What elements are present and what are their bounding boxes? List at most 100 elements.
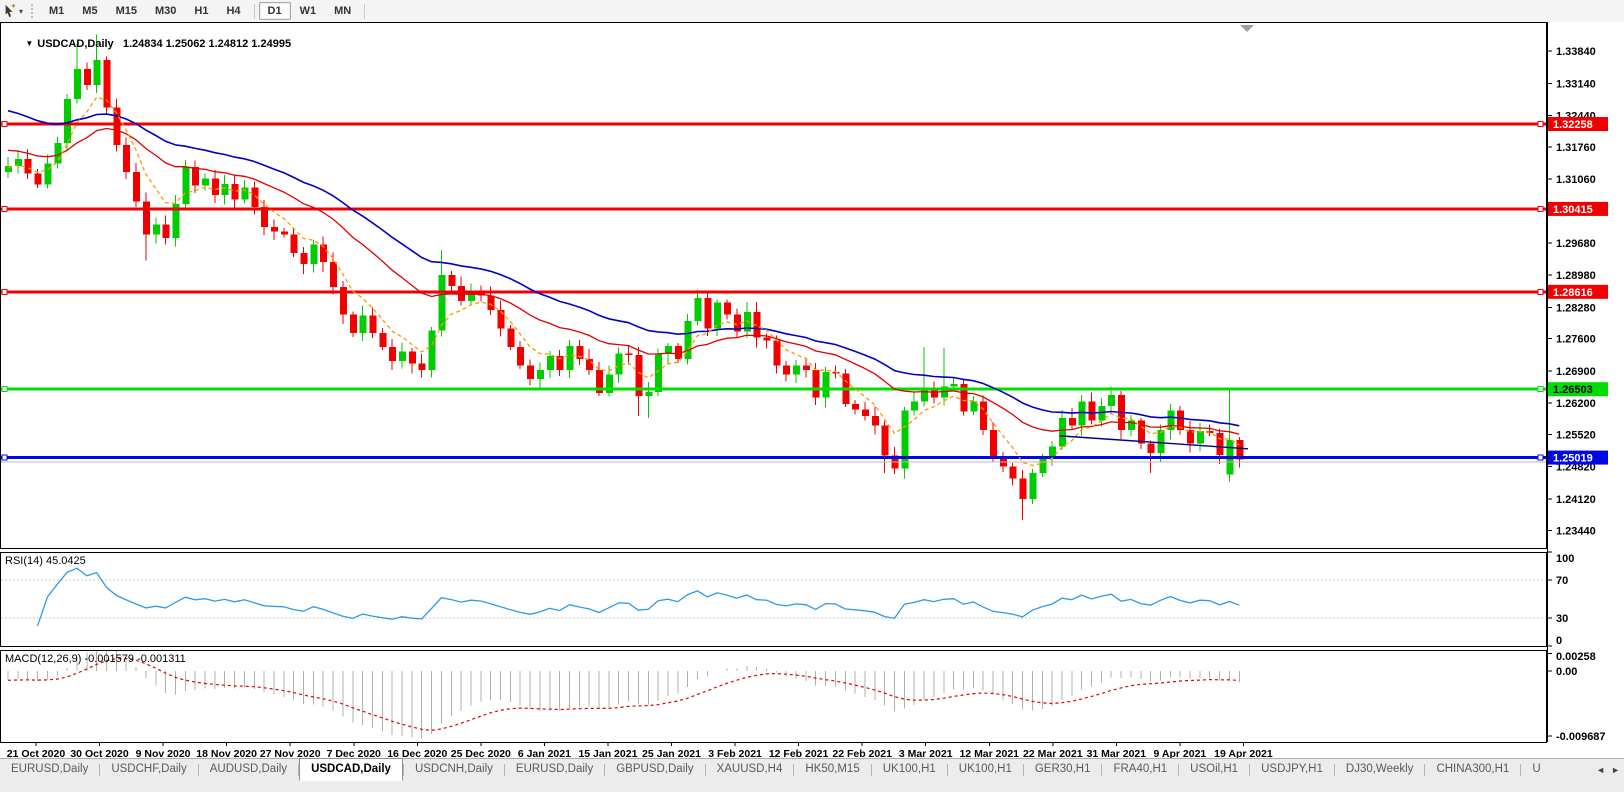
chart-ohlc-values: 1.24834 1.25062 1.24812 1.24995 (122, 38, 292, 50)
hline-1.26503[interactable] (0, 387, 1547, 391)
mt4-window: ▾ M1 M5 M15 M30 H1 H4 D1 W1 MN 1.33840 1.33140 1.… (0, 0, 1624, 792)
chart-title: ▼ USDCAD,Daily 1.24834 1.25062 1.24812 1.… (7, 26, 291, 62)
price-tick-label: 1.33140 (1556, 78, 1596, 90)
symbol-tab-u[interactable]: U (1521, 759, 1551, 780)
chart-tabs-bar: EURUSD,Daily USDCHF,Daily AUDUSD,Daily USDC… (0, 758, 1624, 792)
hline-handle[interactable] (1, 205, 8, 212)
date-label: 21 Oct 2020 (7, 748, 66, 758)
hline-price-box-label: 1.30415 (1553, 204, 1593, 216)
macd-axis-label: -0.009687 (1556, 731, 1606, 743)
macd-axis-label: 0.00258 (1556, 651, 1596, 663)
date-label: 12 Feb 2021 (769, 748, 829, 758)
timeframe-button-d1[interactable]: D1 (258, 2, 291, 20)
symbol-tab-fra40-h1[interactable]: FRA40,H1 (1102, 759, 1178, 780)
rsi-axis-label: 70 (1556, 575, 1568, 587)
hline-1.30415[interactable] (0, 207, 1547, 211)
hline-1.28616[interactable] (0, 290, 1547, 294)
hline-handle[interactable] (1537, 288, 1544, 295)
hline-handle[interactable] (1537, 205, 1544, 212)
chevron-down-icon[interactable]: ▾ (19, 7, 23, 16)
date-label: 12 Mar 2021 (959, 748, 1019, 758)
symbol-tab-eurusd-daily[interactable]: EURUSD,Daily (505, 759, 604, 780)
symbol-tab-eurusd-daily[interactable]: EURUSD,Daily (0, 759, 99, 780)
price-tick-label: 1.26900 (1556, 366, 1596, 378)
chart-area[interactable]: 1.338401.331401.324401.317601.310601.303… (0, 22, 1624, 758)
date-label: 3 Feb 2021 (708, 748, 762, 758)
cursor-tool-button[interactable]: ▾ (0, 4, 27, 18)
date-label: 27 Nov 2020 (260, 748, 321, 758)
rsi-indicator-label: RSI(14) 45.0425 (5, 555, 86, 567)
price-tick-label: 1.33840 (1556, 46, 1596, 58)
date-label: 6 Jan 2021 (518, 748, 571, 758)
timeframe-group: M1 M5 M15 M30 H1 H4 (40, 2, 250, 20)
hline-handle[interactable] (1, 454, 8, 461)
symbol-tab-hk50-m15[interactable]: HK50,M15 (794, 759, 870, 780)
timeframe-toolbar: ▾ M1 M5 M15 M30 H1 H4 D1 W1 MN (0, 0, 1624, 22)
date-label: 15 Jan 2021 (578, 748, 637, 758)
hline-handle[interactable] (1, 288, 8, 295)
date-label: 7 Dec 2020 (327, 748, 381, 758)
macd-axis-label: 0.00 (1556, 666, 1577, 678)
hline-handle[interactable] (1537, 454, 1544, 461)
date-label: 22 Mar 2021 (1023, 748, 1083, 758)
price-tick-label: 1.27600 (1556, 334, 1596, 346)
chart-menu-icon[interactable]: ▼ (25, 39, 33, 48)
timeframe-button-m5[interactable]: M5 (73, 2, 106, 20)
price-tick-label: 1.23440 (1556, 525, 1596, 537)
hline-handle[interactable] (1537, 386, 1544, 393)
price-tick-label: 1.25520 (1556, 429, 1596, 441)
pane-border (0, 22, 1547, 549)
hline-handle[interactable] (1, 121, 8, 127)
hline-1.32258[interactable] (0, 122, 1547, 126)
hline-price-box-label: 1.28616 (1553, 287, 1593, 299)
price-tick-label: 1.26200 (1556, 398, 1596, 410)
tab-scroll-right-icon[interactable]: ► (1611, 765, 1620, 775)
timeframe-button-m15[interactable]: M15 (107, 2, 146, 20)
symbol-tab-xauusd-h4[interactable]: XAUUSD,H4 (706, 759, 794, 780)
timeframe-button-mn[interactable]: MN (325, 2, 360, 20)
price-tick-label: 1.28280 (1556, 302, 1596, 314)
symbol-tab-audusd-daily[interactable]: AUDUSD,Daily (199, 759, 298, 780)
rsi-axis-label: 0 (1556, 635, 1562, 647)
tab-scroll-controls: ◄ ► (1596, 759, 1624, 780)
price-tick-label: 1.31060 (1556, 174, 1596, 186)
tab-scroll-left-icon[interactable]: ◄ (1596, 765, 1605, 775)
date-label: 25 Dec 2020 (451, 748, 511, 758)
symbol-tab-usoil-h1[interactable]: USOil,H1 (1179, 759, 1249, 780)
timeframe-button-h1[interactable]: H1 (185, 2, 217, 20)
hline-1.25019[interactable] (0, 456, 1547, 460)
hline-handle[interactable] (1537, 121, 1544, 127)
price-tick-label: 1.24120 (1556, 494, 1596, 506)
toolbar-grip (31, 4, 36, 18)
symbol-tab-dj30-weekly[interactable]: DJ30,Weekly (1335, 759, 1425, 780)
hline-price-box-label: 1.32258 (1553, 119, 1593, 131)
toolbar-separator (253, 3, 255, 19)
date-axis: 21 Oct 2020 30 Oct 2020 9 Nov 2020 18 Nov 2… (7, 742, 1273, 758)
symbol-tab-uk100-h1[interactable]: UK100,H1 (872, 759, 947, 780)
symbol-tab-usdcad-daily[interactable]: USDCAD,Daily (299, 758, 403, 781)
macd-indicator-label: MACD(12,26,9) -0.001579 -0.001311 (5, 653, 186, 665)
timeframe-button-m1[interactable]: M1 (40, 2, 73, 20)
symbol-tab-usdcnh-daily[interactable]: USDCNH,Daily (404, 759, 504, 780)
price-tick-label: 1.29680 (1556, 238, 1596, 250)
pane-border (0, 552, 1547, 647)
date-label: 16 Dec 2020 (387, 748, 447, 758)
timeframe-button-w1[interactable]: W1 (291, 2, 326, 20)
symbol-tab-china300-h1[interactable]: CHINA300,H1 (1425, 759, 1520, 780)
hline-price-box-label: 1.25019 (1553, 453, 1593, 465)
symbol-tab-uk100-h1[interactable]: UK100,H1 (948, 759, 1023, 780)
timeframe-button-h4[interactable]: H4 (217, 2, 249, 20)
date-label: 3 Mar 2021 (899, 748, 953, 758)
symbol-tab-ger30-h1[interactable]: GER30,H1 (1024, 759, 1102, 780)
symbol-tab-gbpusd-daily[interactable]: GBPUSD,Daily (605, 759, 704, 780)
date-label: 25 Jan 2021 (642, 748, 701, 758)
hline-handle[interactable] (1, 386, 8, 393)
timeframe-button-m30[interactable]: M30 (146, 2, 185, 20)
date-label: 9 Nov 2020 (136, 748, 191, 758)
toolbar-separator-2 (364, 3, 366, 19)
symbol-tab-usdjpy-h1[interactable]: USDJPY,H1 (1250, 759, 1334, 780)
symbol-tab-usdchf-daily[interactable]: USDCHF,Daily (100, 759, 197, 780)
chart-canvas[interactable]: 1.338401.331401.324401.317601.310601.303… (0, 22, 1624, 758)
price-tick-label: 1.31760 (1556, 142, 1596, 154)
price-tick-label: 1.28980 (1556, 270, 1596, 282)
